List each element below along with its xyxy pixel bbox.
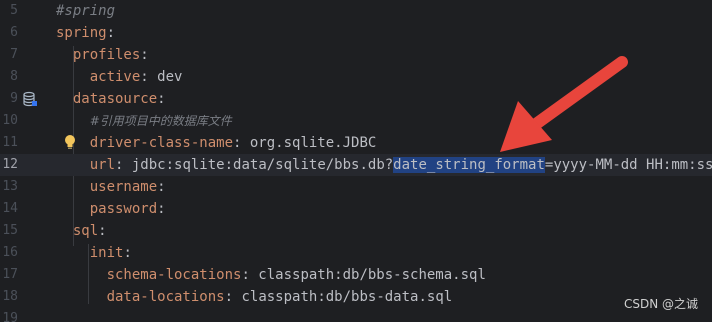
- code-editor[interactable]: 5 #spring 6 spring: 7 profiles: 8 active…: [0, 0, 712, 322]
- red-arrow-annotation: [500, 56, 628, 152]
- watermark: CSDN @之诚: [623, 297, 698, 311]
